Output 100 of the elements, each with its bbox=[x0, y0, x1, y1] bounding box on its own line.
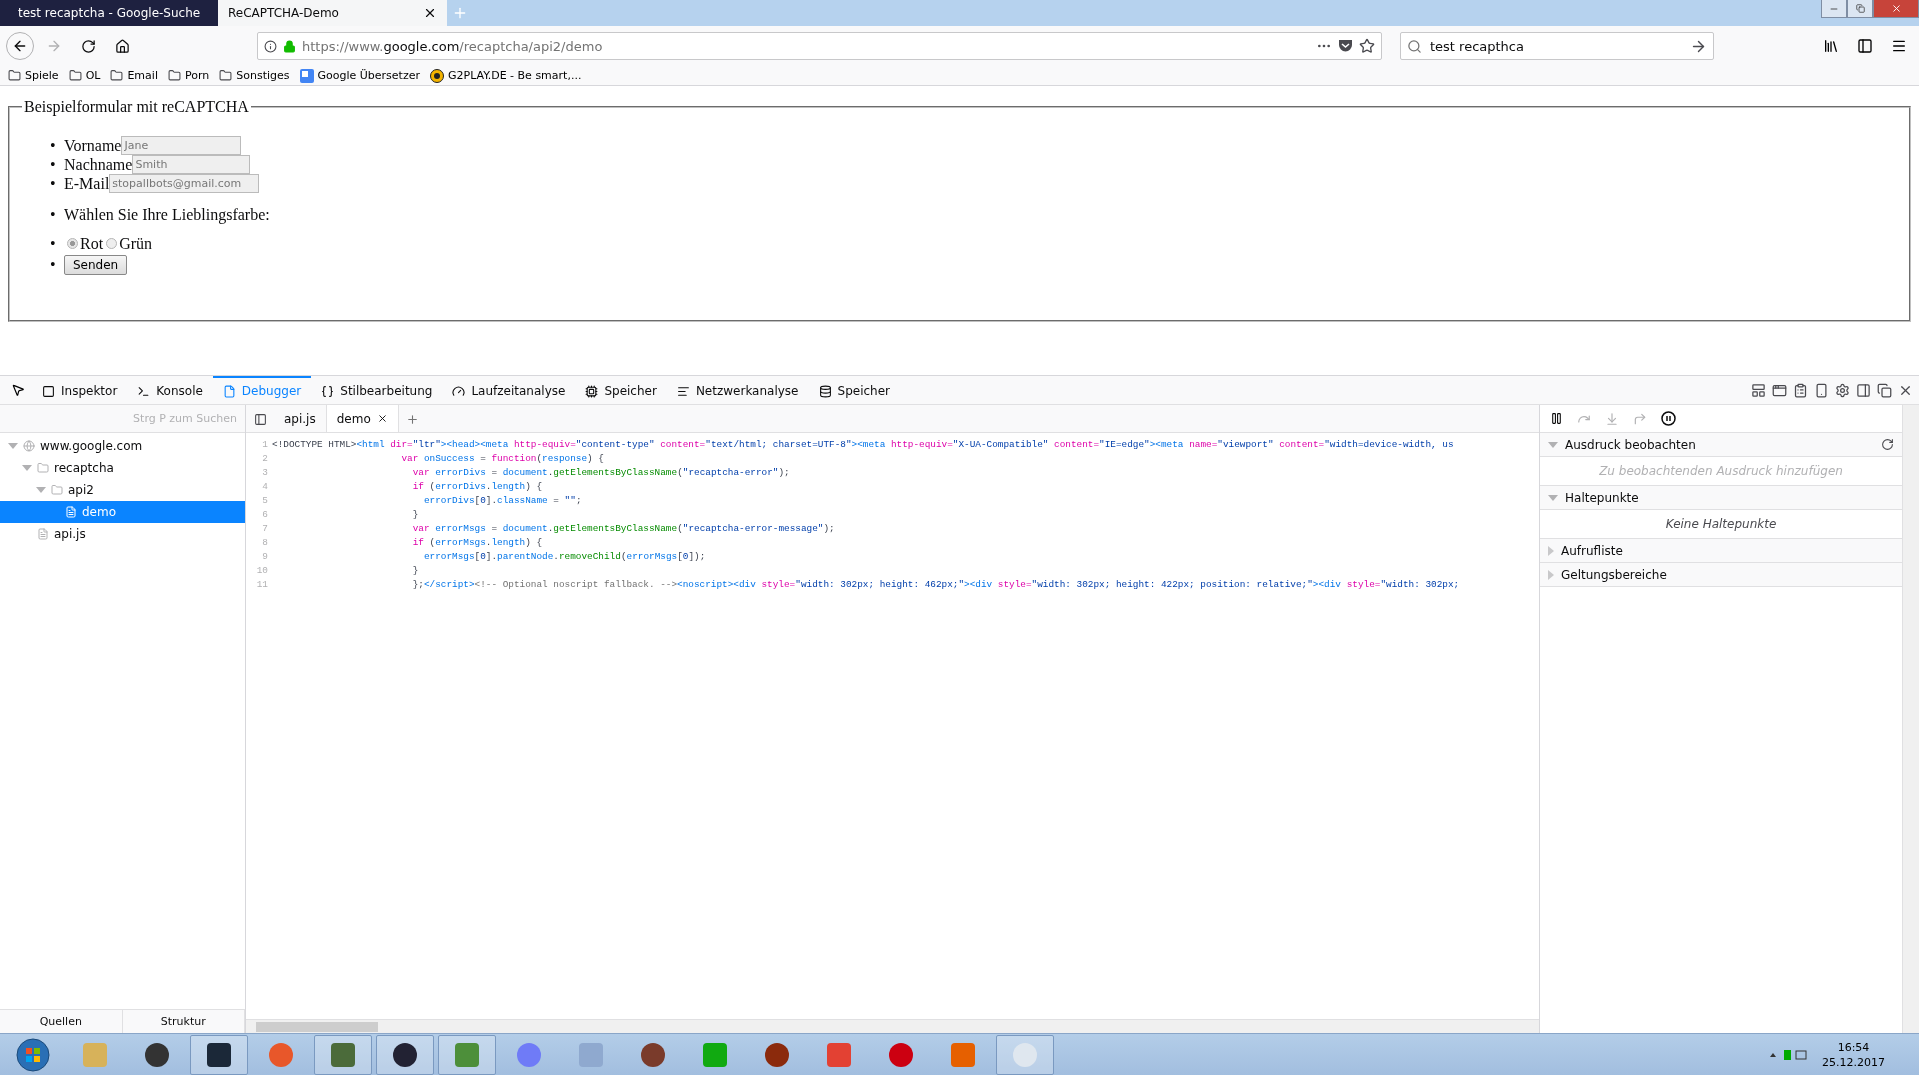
line-number: 6 bbox=[261, 508, 269, 520]
source-search-field[interactable]: Strg P zum Suchen bbox=[0, 405, 245, 433]
minimize-button[interactable] bbox=[1821, 0, 1847, 18]
dock-side-icon[interactable] bbox=[1856, 382, 1871, 398]
devtools-tab[interactable]: Laufzeitanalyse bbox=[442, 376, 576, 404]
devtools-tab[interactable]: Konsole bbox=[127, 376, 213, 404]
editor-tab[interactable]: demo bbox=[326, 405, 399, 432]
browser-tab[interactable]: ReCAPTCHA-Demo bbox=[218, 0, 447, 26]
sidebar-icon bbox=[1857, 38, 1873, 54]
bookmark[interactable]: Email bbox=[110, 69, 158, 82]
tree-item[interactable]: demo bbox=[0, 501, 245, 523]
bookmark[interactable]: Porn bbox=[167, 69, 210, 82]
devtools-tab[interactable]: Speicher bbox=[575, 376, 667, 404]
editor-tab[interactable]: api.js bbox=[274, 405, 327, 432]
plus-icon bbox=[406, 412, 420, 426]
taskbar-app-button[interactable] bbox=[190, 1034, 248, 1075]
folder-icon bbox=[68, 69, 82, 82]
windows-logo-icon bbox=[16, 1037, 50, 1072]
radio-button[interactable] bbox=[106, 238, 118, 249]
settings-icon[interactable] bbox=[1835, 382, 1850, 398]
maximize-button[interactable] bbox=[1847, 0, 1873, 18]
close-icon[interactable] bbox=[423, 6, 437, 20]
bookmark[interactable]: Google Übersetzer bbox=[299, 68, 420, 83]
console-window-icon[interactable] bbox=[1772, 382, 1787, 398]
text-field[interactable]: Smith bbox=[132, 155, 251, 174]
pause-icon[interactable] bbox=[1550, 412, 1563, 425]
devtools-tab[interactable]: Netzwerkanalyse bbox=[666, 376, 809, 404]
code-line: <!DOCTYPE HTML><html dir="ltr"><head><meta http-equiv="content-type" content="text/html; charset=UTF-8"><meta http-equiv="X-UA-Compatible" content="IE=edge"><meta name="viewport" content="width=device-width, us bbox=[272, 438, 1454, 450]
file-icon bbox=[222, 384, 236, 398]
tree-item[interactable]: api2 bbox=[0, 479, 245, 501]
folder-icon bbox=[8, 69, 21, 82]
responsive-icon[interactable] bbox=[1814, 382, 1829, 398]
devtools-tab[interactable]: Speicher bbox=[808, 376, 900, 404]
notes-icon[interactable] bbox=[1793, 382, 1808, 398]
bookmark[interactable]: G2PLAY.DE - Be smart,... bbox=[430, 68, 582, 83]
folder-icon bbox=[219, 69, 233, 82]
line-number: 9 bbox=[261, 550, 269, 562]
devtools-tab[interactable]: Inspektor bbox=[32, 376, 128, 404]
pane-header[interactable]: Ausdruck beobachten bbox=[1540, 433, 1902, 457]
app-icon bbox=[329, 1040, 357, 1069]
info-icon[interactable] bbox=[264, 39, 277, 53]
expand-arrow-icon bbox=[8, 443, 18, 449]
menu-icon bbox=[1891, 38, 1907, 54]
search-field[interactable]: test recapthca bbox=[1400, 32, 1714, 60]
separate-window-icon[interactable] bbox=[1877, 382, 1892, 398]
expand-arrow-icon bbox=[1548, 441, 1558, 448]
vertical-scrollbar[interactable] bbox=[1902, 405, 1919, 1033]
collapse-arrow-icon bbox=[1548, 545, 1554, 556]
app-icon bbox=[81, 1040, 109, 1069]
text-field[interactable]: Jane bbox=[121, 136, 242, 155]
pause-exceptions-icon[interactable] bbox=[1661, 411, 1676, 426]
shield-icon[interactable] bbox=[1338, 39, 1353, 53]
submit-button[interactable]: Senden bbox=[64, 255, 128, 275]
library-icon bbox=[1823, 38, 1839, 54]
clock[interactable]: 16:54 25.12.2017 bbox=[1822, 1039, 1885, 1070]
expand-arrow-icon bbox=[1548, 494, 1558, 501]
expand-arrow-icon bbox=[36, 487, 46, 493]
radio-label: Grün bbox=[119, 234, 152, 253]
app-icon bbox=[205, 1040, 233, 1069]
app-icon bbox=[825, 1040, 853, 1069]
line-number: 3 bbox=[261, 466, 269, 478]
pane-header[interactable]: Geltungsbereiche bbox=[1540, 563, 1902, 587]
horizontal-scrollbar[interactable] bbox=[246, 1019, 1539, 1033]
app-icon bbox=[701, 1040, 729, 1069]
forward-arrow-icon bbox=[46, 38, 62, 54]
radio-button[interactable] bbox=[67, 238, 78, 249]
panel-tab[interactable]: Quellen bbox=[0, 1010, 123, 1033]
file-icon bbox=[37, 528, 49, 540]
tree-item[interactable]: www.google.com bbox=[0, 435, 245, 457]
bookmark[interactable]: OL bbox=[68, 69, 101, 82]
line-number: 7 bbox=[261, 522, 269, 534]
pane-header[interactable]: Aufrufliste bbox=[1540, 539, 1902, 563]
code-line: } bbox=[412, 564, 419, 576]
tree-item[interactable]: api.js bbox=[0, 523, 245, 545]
browser-tab[interactable]: test recaptcha - Google-Suche bbox=[0, 0, 218, 26]
layout-icon[interactable] bbox=[1751, 382, 1766, 398]
sidebar-icon bbox=[253, 412, 267, 426]
tree-item[interactable]: recaptcha bbox=[0, 457, 245, 479]
text-field[interactable]: stopallbots@gmail.com bbox=[109, 174, 260, 193]
braces-icon bbox=[321, 384, 335, 398]
line-number: 2 bbox=[261, 452, 269, 464]
bookmark[interactable]: Spiele bbox=[8, 69, 59, 82]
line-number: 11 bbox=[255, 578, 269, 590]
close-icon[interactable] bbox=[376, 413, 388, 424]
refresh-icon[interactable] bbox=[1881, 438, 1894, 451]
bookmark[interactable]: Sonstiges bbox=[219, 69, 290, 82]
code-line: var errorDivs = document.getElementsByClassName("recaptcha-error"); bbox=[412, 466, 790, 478]
devtools-tab[interactable]: Stilbearbeitung bbox=[311, 376, 443, 404]
network-icon bbox=[676, 384, 690, 398]
address-field[interactable]: https://www.google.com/recaptcha/api2/demo bbox=[257, 32, 1382, 60]
home-icon bbox=[114, 38, 130, 54]
code-line: var errorMsgs = document.getElementsByClassName("recaptcha-error-message"); bbox=[412, 522, 835, 534]
panel-tab[interactable]: Struktur bbox=[122, 1010, 245, 1033]
taskbar-app-button[interactable] bbox=[376, 1034, 434, 1075]
pane-header[interactable]: Haltepunkte bbox=[1540, 486, 1902, 510]
database-icon bbox=[818, 384, 832, 398]
field-label: Nachname bbox=[64, 155, 133, 174]
line-number: 8 bbox=[261, 536, 269, 548]
tray-icons-drawing[interactable] bbox=[1768, 1047, 1808, 1062]
star-icon[interactable] bbox=[1359, 38, 1375, 54]
